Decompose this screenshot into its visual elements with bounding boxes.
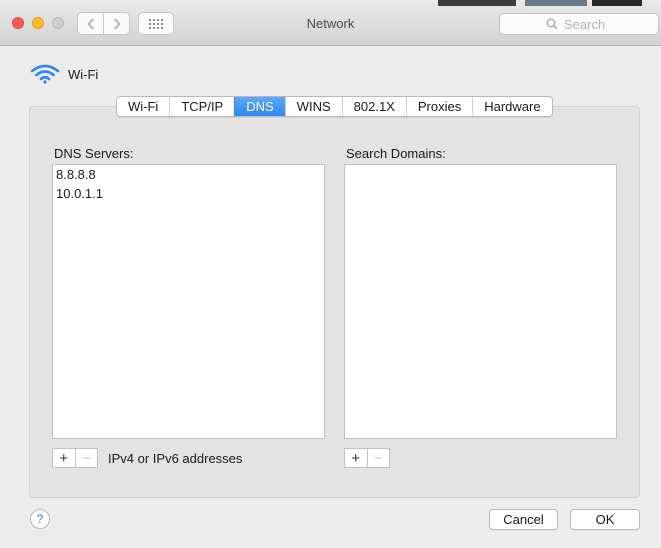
search-domains-add-remove: + − <box>344 448 390 468</box>
search-icon <box>546 18 558 30</box>
list-item[interactable]: 8.8.8.8 <box>53 165 324 184</box>
tab-proxies[interactable]: Proxies <box>405 97 472 116</box>
search-field[interactable] <box>499 13 659 35</box>
help-button[interactable]: ? <box>30 509 50 529</box>
cancel-button[interactable]: Cancel <box>489 509 558 530</box>
tab-8021x[interactable]: 802.1X <box>341 97 406 116</box>
tab-wins[interactable]: WINS <box>284 97 342 116</box>
tab-wifi[interactable]: Wi-Fi <box>117 97 169 116</box>
remove-search-domain-button[interactable]: − <box>366 449 390 467</box>
tab-tcpip[interactable]: TCP/IP <box>169 97 234 116</box>
tab-dns[interactable]: DNS <box>234 97 285 116</box>
dns-servers-hint: IPv4 or IPv6 addresses <box>108 451 243 466</box>
background-window-strip <box>592 0 642 6</box>
list-item[interactable]: 10.0.1.1 <box>53 184 324 203</box>
tab-hardware[interactable]: Hardware <box>472 97 551 116</box>
background-window-strip <box>525 0 587 6</box>
search-domains-label: Search Domains: <box>346 146 446 161</box>
search-domains-list[interactable] <box>344 164 617 439</box>
ok-button[interactable]: OK <box>570 509 640 530</box>
wifi-icon <box>30 64 60 84</box>
dns-servers-add-remove: + − <box>52 448 98 468</box>
add-search-domain-button[interactable]: + <box>345 449 367 467</box>
remove-dns-server-button[interactable]: − <box>74 449 98 467</box>
dns-servers-list[interactable]: 8.8.8.8 10.0.1.1 <box>52 164 325 439</box>
add-dns-server-button[interactable]: + <box>53 449 75 467</box>
dns-servers-label: DNS Servers: <box>54 146 134 161</box>
interface-name: Wi-Fi <box>68 66 99 82</box>
search-input[interactable] <box>564 16 612 32</box>
interface-header: Wi-Fi <box>30 64 98 84</box>
title-bar: Network <box>0 0 661 46</box>
background-window-strip <box>438 0 516 6</box>
tab-bar: Wi-Fi TCP/IP DNS WINS 802.1X Proxies Har… <box>116 96 553 117</box>
